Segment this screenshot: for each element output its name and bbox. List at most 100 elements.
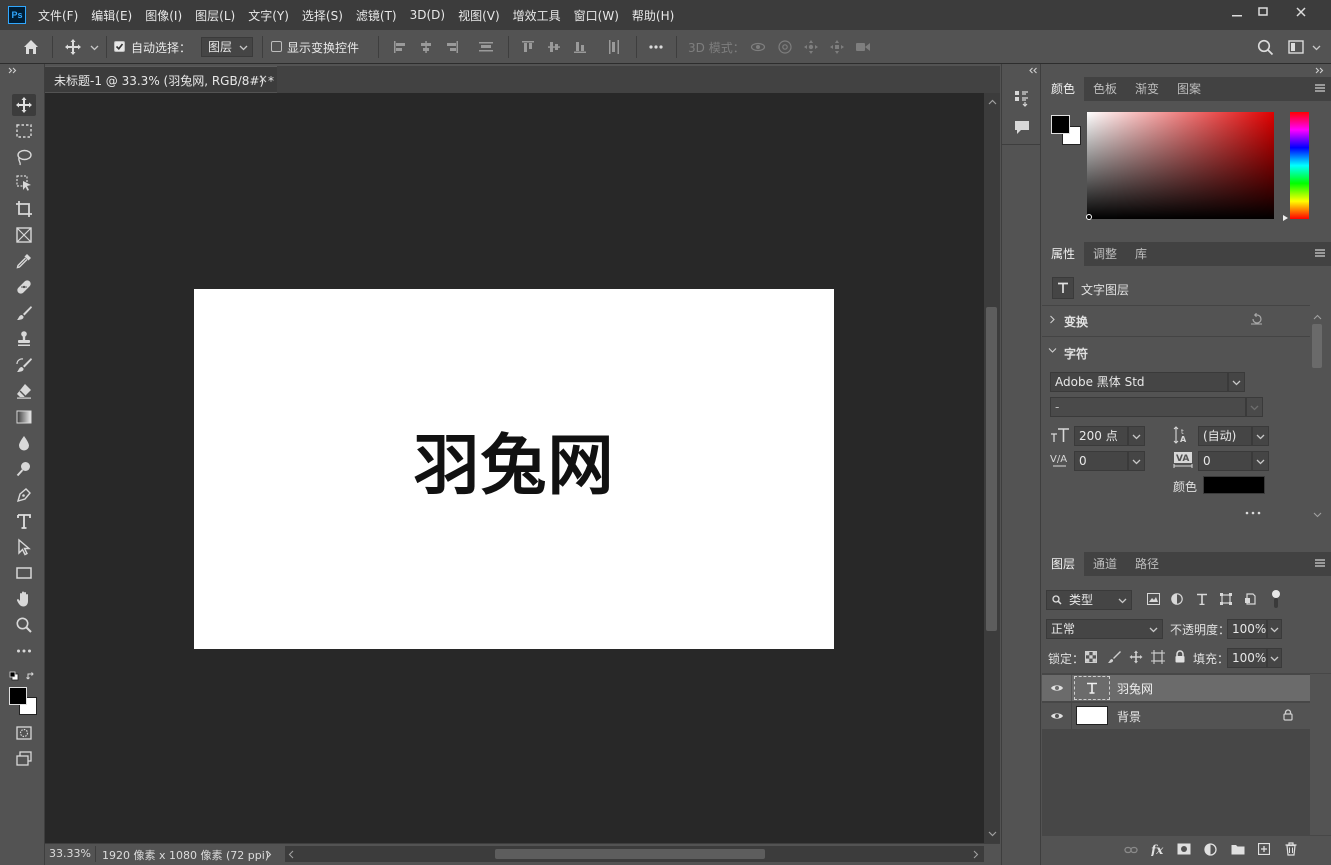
crop-tool[interactable] (12, 198, 36, 220)
menu-plugins[interactable]: 增效工具 (513, 7, 561, 24)
filter-toggle-switch[interactable] (1272, 590, 1280, 610)
horizontal-scrollbar[interactable] (285, 846, 984, 862)
lasso-tool[interactable] (12, 146, 36, 168)
menu-layer[interactable]: 图层(L) (195, 7, 235, 24)
blur-tool[interactable] (12, 432, 36, 454)
tracking-dropdown-button[interactable] (1252, 451, 1269, 471)
3d-scale-button[interactable] (855, 39, 871, 55)
menu-edit[interactable]: 编辑(E) (91, 7, 132, 24)
tool-preset-picker[interactable] (64, 38, 82, 56)
reset-icon[interactable] (1250, 313, 1264, 325)
3d-roll-button[interactable] (777, 39, 793, 55)
tab-layers[interactable]: 图层 (1042, 552, 1085, 576)
auto-select-checkbox[interactable] (114, 41, 125, 52)
layer-row-background[interactable]: 背景 (1042, 703, 1310, 729)
3d-pan-button[interactable] (803, 39, 819, 55)
menu-help[interactable]: 帮助(H) (632, 7, 674, 24)
default-colors-button[interactable] (9, 671, 19, 681)
more-icon[interactable] (1245, 510, 1261, 516)
fill-input[interactable]: 100% (1227, 648, 1267, 668)
3d-slide-button[interactable] (829, 39, 845, 55)
link-layers-icon[interactable] (1124, 845, 1138, 855)
quick-mask-button[interactable] (12, 722, 36, 744)
restore-button[interactable] (1246, 0, 1280, 24)
align-bottom-button[interactable] (572, 39, 588, 55)
kerning-input[interactable]: 0 (1074, 451, 1128, 471)
hue-slider-handle[interactable] (1282, 214, 1289, 222)
object-selection-tool[interactable] (12, 172, 36, 194)
menu-3d[interactable]: 3D(D) (410, 8, 445, 22)
spot-healing-brush-tool[interactable] (12, 276, 36, 298)
panel-menu-icon[interactable] (1315, 83, 1325, 93)
font-style-dropdown[interactable]: - (1050, 397, 1246, 417)
lock-artboard-icon[interactable] (1151, 650, 1165, 664)
move-tool[interactable] (12, 94, 36, 116)
tab-patterns[interactable]: 图案 (1168, 77, 1210, 101)
lock-image-pixels-icon[interactable] (1107, 650, 1121, 664)
lock-position-icon[interactable] (1129, 650, 1143, 664)
gradient-tool[interactable] (12, 406, 36, 428)
scroll-down-icon[interactable] (1313, 512, 1322, 518)
layer-filter-dropdown[interactable]: 类型 (1046, 590, 1132, 610)
status-menu-chevron-icon[interactable] (266, 850, 272, 859)
edit-toolbar-button[interactable] (12, 640, 36, 662)
scroll-left-icon[interactable] (288, 850, 294, 859)
eraser-tool[interactable] (12, 380, 36, 402)
history-brush-tool[interactable] (12, 354, 36, 376)
font-style-dropdown-button[interactable] (1246, 397, 1263, 417)
layer-name[interactable]: 背景 (1117, 708, 1141, 725)
filter-smart-object-icon[interactable] (1244, 593, 1256, 605)
workspace-button[interactable] (1288, 40, 1304, 54)
distribute-horizontal-button[interactable] (606, 39, 622, 55)
eye-icon[interactable] (1050, 683, 1064, 693)
kerning-dropdown-button[interactable] (1128, 451, 1145, 471)
folder-icon[interactable] (1231, 843, 1245, 855)
trash-icon[interactable] (1285, 842, 1297, 856)
color-picker-cursor[interactable] (1086, 214, 1092, 220)
tab-adjustments[interactable]: 调整 (1084, 242, 1126, 266)
scroll-up-icon[interactable] (988, 99, 997, 105)
rectangle-tool[interactable] (12, 562, 36, 584)
frame-tool[interactable] (12, 224, 36, 246)
close-tab-button[interactable] (259, 75, 267, 83)
brush-tool[interactable] (12, 302, 36, 324)
type-tool[interactable] (12, 510, 36, 532)
foreground-color-swatch[interactable] (9, 687, 27, 705)
vertical-scroll-thumb[interactable] (986, 307, 997, 631)
font-size-input[interactable]: 200 点 (1074, 426, 1128, 446)
text-color-swatch[interactable] (1203, 476, 1265, 494)
swap-colors-button[interactable] (26, 671, 36, 681)
leading-dropdown-button[interactable] (1252, 426, 1269, 446)
menu-file[interactable]: 文件(F) (38, 7, 78, 24)
opacity-input[interactable]: 100% (1227, 619, 1267, 639)
fill-slider-button[interactable] (1267, 648, 1282, 668)
chevron-down-icon[interactable] (1048, 347, 1057, 354)
color-field[interactable] (1087, 112, 1274, 219)
panel-menu-icon[interactable] (1315, 558, 1325, 568)
menu-select[interactable]: 选择(S) (302, 7, 343, 24)
panel-foreground-color[interactable] (1051, 115, 1070, 134)
canvas-text-layer[interactable]: 羽兔网 (414, 412, 615, 508)
hand-tool[interactable] (12, 588, 36, 610)
align-right-button[interactable] (444, 39, 460, 55)
close-button[interactable] (1284, 0, 1318, 24)
pen-tool[interactable] (12, 484, 36, 506)
align-top-button[interactable] (520, 39, 536, 55)
eye-icon[interactable] (1050, 711, 1064, 721)
scroll-up-icon[interactable] (1313, 314, 1322, 320)
leading-input[interactable]: (自动) (1198, 426, 1252, 446)
auto-select-target-dropdown[interactable]: 图层 (201, 37, 253, 57)
collapse-dock-icon[interactable] (1028, 67, 1038, 74)
menu-image[interactable]: 图像(I) (145, 7, 182, 24)
distribute-vertical-button[interactable] (478, 39, 494, 55)
align-left-button[interactable] (392, 39, 408, 55)
menu-filter[interactable]: 滤镜(T) (356, 7, 397, 24)
add-mask-icon[interactable] (1177, 843, 1191, 855)
layer-style-icon[interactable]: fx (1151, 842, 1167, 856)
menu-type[interactable]: 文字(Y) (248, 7, 289, 24)
clone-stamp-tool[interactable] (12, 328, 36, 350)
chevron-right-icon[interactable] (1049, 315, 1056, 324)
character-section-header[interactable]: 字符 (1064, 345, 1088, 362)
tab-gradients[interactable]: 渐变 (1126, 77, 1168, 101)
vertical-scrollbar[interactable] (984, 93, 1000, 843)
